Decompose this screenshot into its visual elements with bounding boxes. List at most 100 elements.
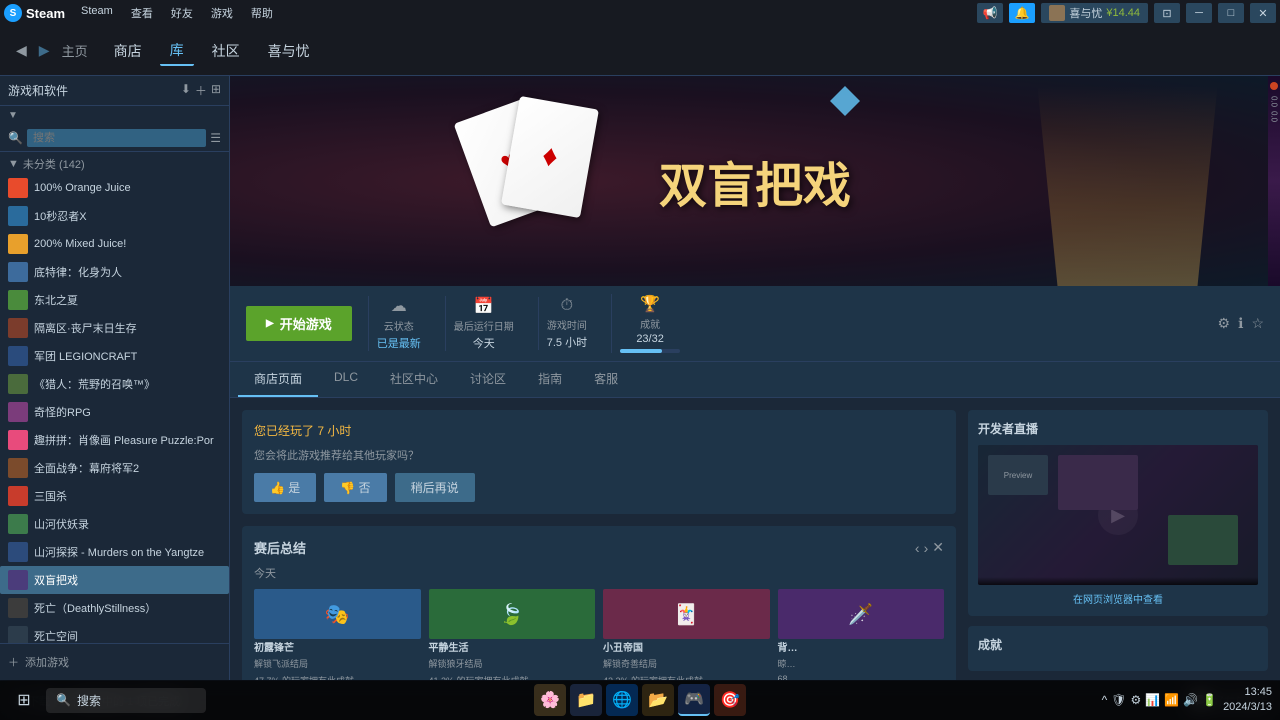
tab-dlc[interactable]: DLC: [318, 362, 374, 397]
add-game-button[interactable]: ＋ 添加游戏: [8, 650, 221, 674]
play-icon: ▶: [266, 318, 274, 329]
review-later-button[interactable]: 稍后再说: [395, 473, 475, 502]
stream-preview3: [1168, 515, 1238, 565]
start-button[interactable]: ⊞: [8, 684, 40, 716]
user-info[interactable]: 喜与忧 ¥14.44: [1041, 3, 1148, 23]
tab-store[interactable]: 商店页面: [238, 362, 318, 397]
favorite-icon[interactable]: ☆: [1251, 315, 1264, 332]
game-item[interactable]: 10秒忍者X: [0, 202, 229, 230]
review-title: 您已经玩了 7 小时: [254, 422, 944, 439]
menu-view[interactable]: 查看: [123, 3, 161, 23]
nav-bar: ◀ ▶ 主页 商店 库 社区 喜与忧: [0, 26, 1280, 76]
app-name: Steam: [26, 6, 65, 21]
hero-cards: ♥ ♦: [440, 97, 640, 286]
game-item[interactable]: 200% Mixed Juice!: [0, 230, 229, 258]
taskbar-app-explorer[interactable]: 📂: [642, 684, 674, 716]
stream-thumbnail[interactable]: Preview ▶: [978, 445, 1258, 585]
steam-logo: S Steam: [4, 4, 65, 22]
settings-icon[interactable]: ⚙: [1218, 315, 1231, 332]
taskbar-app-game[interactable]: 🎯: [714, 684, 746, 716]
stream-browser-link[interactable]: 在网页浏览器中查看: [978, 591, 1258, 606]
play-button[interactable]: ▶ 开始游戏: [246, 306, 352, 341]
taskbar-app-edge[interactable]: 🌐: [606, 684, 638, 716]
stream-overlay: [978, 577, 1258, 585]
volume-icon[interactable]: 🔊: [1183, 693, 1198, 707]
game-item[interactable]: 山河探探 - Murders on the Yangtze: [0, 538, 229, 566]
review-no-button[interactable]: 👎 否: [324, 473, 386, 502]
menu-games[interactable]: 游戏: [203, 3, 241, 23]
steam-icon: S: [4, 4, 22, 22]
filter-icon[interactable]: ☰: [210, 131, 221, 145]
screen-mode-button[interactable]: ⊡: [1154, 3, 1180, 23]
taskbar-app-steam[interactable]: 🎮: [678, 684, 710, 716]
info-icon[interactable]: ℹ: [1238, 315, 1243, 332]
summary-next-button[interactable]: ›: [924, 540, 929, 556]
category-arrow[interactable]: ▼: [8, 158, 19, 170]
user-name: 喜与忧: [1069, 5, 1102, 21]
game-thumbnail: [8, 206, 28, 226]
game-item[interactable]: 东北之夏: [0, 286, 229, 314]
game-item[interactable]: 《猎人：荒野的召唤™》: [0, 370, 229, 398]
nav-user[interactable]: 喜与忧: [258, 37, 320, 65]
sidebar-download-icon[interactable]: ⬇: [181, 82, 191, 99]
summary-header: 赛后总结 ‹ › ✕: [254, 538, 944, 557]
sidebar-add-icon[interactable]: ＋: [195, 82, 207, 99]
dev-stream-title: 开发者直播: [978, 420, 1258, 437]
tab-community[interactable]: 社区中心: [374, 362, 454, 397]
game-item[interactable]: 三国杀: [0, 482, 229, 510]
tab-support[interactable]: 客服: [578, 362, 634, 397]
game-item[interactable]: 山河伏妖录: [0, 510, 229, 538]
game-item[interactable]: 军团 LEGIONCRAFT: [0, 342, 229, 370]
stream-preview1: Preview: [988, 455, 1048, 495]
announcement-button[interactable]: 📢: [977, 3, 1003, 23]
user-avatar: [1049, 5, 1065, 21]
add-game-icon: ＋: [8, 654, 19, 670]
home-button[interactable]: 主页: [62, 41, 88, 60]
game-thumbnail: [8, 486, 28, 506]
forward-button[interactable]: ▶: [39, 42, 50, 59]
system-clock[interactable]: 13:45 2024/3/13: [1223, 685, 1272, 716]
category-text: 未分类 (142): [23, 156, 85, 172]
game-item[interactable]: 趣拼拼：肖像画 Pleasure Puzzle:Por: [0, 426, 229, 454]
sidebar-grid-icon[interactable]: ⊞: [211, 82, 221, 99]
summary-prev-button[interactable]: ‹: [915, 540, 920, 556]
nav-store[interactable]: 商店: [104, 37, 152, 65]
game-thumbnail: [8, 178, 28, 198]
maximize-button[interactable]: □: [1218, 3, 1244, 23]
tray-icon-3: 📊: [1145, 693, 1160, 707]
taskbar-app-flowers[interactable]: 🌸: [534, 684, 566, 716]
game-item[interactable]: 死亡（DeathlyStillness）: [0, 594, 229, 622]
section-collapse-arrow[interactable]: ▼: [8, 110, 18, 121]
menu-steam[interactable]: Steam: [73, 3, 121, 23]
game-item[interactable]: 死亡空间: [0, 622, 229, 643]
tab-guides[interactable]: 指南: [522, 362, 578, 397]
close-button[interactable]: ✕: [1250, 3, 1276, 23]
summary-title: 赛后总结: [254, 538, 306, 557]
cloud-icon: ☁: [391, 296, 407, 316]
game-item[interactable]: 奇怪的RPG: [0, 398, 229, 426]
tab-discussions[interactable]: 讨论区: [454, 362, 522, 397]
back-button[interactable]: ◀: [16, 42, 27, 59]
nav-library[interactable]: 库: [160, 36, 194, 66]
hero-artwork: ♥ ♦ 双盲把戏: [230, 76, 1280, 286]
game-item-active[interactable]: 双盲把戏: [0, 566, 229, 594]
summary-close-button[interactable]: ✕: [932, 539, 944, 556]
notification-button[interactable]: 🔔: [1009, 3, 1035, 23]
game-item[interactable]: 隔离区·丧尸末日生存: [0, 314, 229, 342]
taskbar-app-files[interactable]: 📁: [570, 684, 602, 716]
minimize-button[interactable]: ─: [1186, 3, 1212, 23]
nav-community[interactable]: 社区: [202, 37, 250, 65]
wifi-icon[interactable]: 📶: [1164, 693, 1179, 707]
title-menu: Steam 查看 好友 游戏 帮助: [73, 3, 281, 23]
tray-expand-icon[interactable]: ^: [1102, 693, 1108, 707]
search-input[interactable]: [27, 129, 206, 147]
menu-friends[interactable]: 好友: [163, 3, 201, 23]
taskbar-search[interactable]: 🔍 搜索: [46, 688, 206, 713]
review-yes-button[interactable]: 👍 是: [254, 473, 316, 502]
game-item[interactable]: 全面战争：幕府将军2: [0, 454, 229, 482]
menu-help[interactable]: 帮助: [243, 3, 281, 23]
game-item[interactable]: 底特律：化身为人: [0, 258, 229, 286]
game-item[interactable]: 100% Orange Juice: [0, 174, 229, 202]
achievement-grid: 🎭 初露锋芒 解锁飞派结局 47.7% 的玩家拥有此成就 🍃 平静生活 解锁狼牙…: [254, 589, 944, 680]
sidebar-section: ▼: [0, 106, 229, 125]
